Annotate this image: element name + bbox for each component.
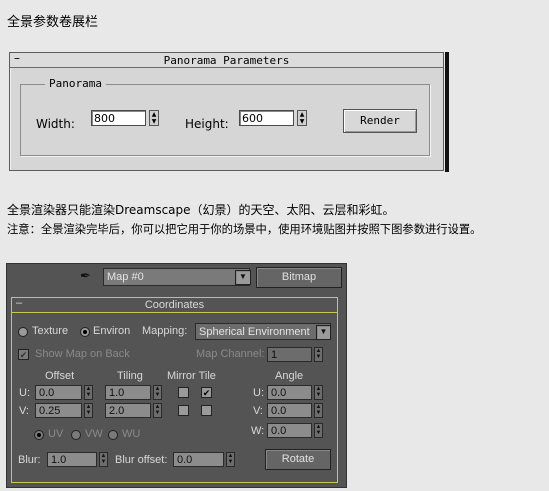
group-label: Panorama (45, 77, 106, 90)
width-input[interactable]: 800 (91, 110, 146, 126)
mapping-label: Mapping: (142, 325, 188, 337)
map-coordinates-panel: ✒ Map #0 ▼ Bitmap – Coordinates Texture … (6, 263, 347, 488)
tiling-v-spinner[interactable]: ▲ ▼ (153, 403, 162, 418)
tile-v-checkbox[interactable] (201, 405, 212, 416)
angle-w-input[interactable]: 0.0 (267, 423, 312, 438)
scrollbar[interactable] (445, 52, 449, 172)
angle-w-spinner[interactable]: ▲ ▼ (314, 423, 323, 438)
blur-offset-label: Blur offset: (115, 454, 168, 466)
tiling-header: Tiling (117, 370, 143, 382)
angle-u-label: U: (253, 387, 264, 399)
environ-label: Environ (93, 325, 131, 337)
offset-header: Offset (45, 370, 75, 382)
offset-v-spinner[interactable]: ▲ ▼ (84, 403, 93, 418)
offset-v-input[interactable]: 0.25 (35, 403, 82, 418)
angle-v-spinner[interactable]: ▲ ▼ (314, 403, 323, 418)
map-name-dropdown-icon[interactable]: ▼ (235, 270, 251, 285)
environ-radio[interactable] (80, 327, 90, 337)
wu-label: WU (122, 428, 141, 440)
angle-header: Angle (275, 370, 304, 382)
tile-u-checkbox[interactable]: ✔ (201, 387, 212, 398)
description-line-1: 全景渲染器只能渲染Dreamscape（幻景）的天空、太阳、云层和彩虹。 (7, 203, 395, 217)
mapping-dropdown[interactable]: Spherical Environment (195, 323, 331, 340)
angle-w-label: W: (251, 425, 265, 437)
blur-offset-spinner[interactable]: ▲ ▼ (226, 452, 235, 467)
height-label: Height: (185, 117, 229, 131)
angle-u-input[interactable]: 0.0 (267, 385, 312, 400)
width-label: Width: (36, 117, 75, 131)
rollout-title: Panorama Parameters (163, 54, 290, 67)
rollout-header[interactable]: – Panorama Parameters (10, 51, 443, 68)
blur-label: Blur: (18, 454, 41, 466)
description-line-2: 注意：全景渲染完毕后，你可以把它用于你的场景中，使用环境贴图并按照下图参数进行设… (7, 223, 482, 236)
offset-u-input[interactable]: 0.0 (35, 385, 82, 400)
blur-offset-input[interactable]: 0.0 (173, 452, 224, 467)
eyedropper-icon[interactable]: ✒ (80, 268, 91, 284)
texture-radio[interactable] (18, 327, 28, 337)
mirror-u-checkbox[interactable] (178, 387, 189, 398)
tiling-u-spinner[interactable]: ▲ ▼ (153, 385, 162, 400)
blur-input[interactable]: 1.0 (47, 452, 97, 467)
map-channel-input[interactable]: 1 (267, 347, 312, 362)
tiling-u-input[interactable]: 1.0 (105, 385, 151, 400)
map-channel-label: Map Channel: (196, 348, 265, 360)
uv-label: UV (48, 428, 64, 440)
texture-label: Texture (32, 325, 69, 337)
vw-label: VW (85, 428, 103, 440)
map-name-field[interactable]: Map #0 (103, 268, 250, 286)
mirror-tile-header: Mirror Tile (167, 370, 216, 382)
mirror-v-checkbox[interactable] (178, 405, 189, 416)
wu-radio[interactable] (108, 430, 118, 440)
offset-u-spinner[interactable]: ▲ ▼ (84, 385, 93, 400)
angle-u-spinner[interactable]: ▲ ▼ (314, 385, 323, 400)
heading-caption: 全景参数卷展栏 (7, 15, 99, 30)
angle-v-label: V: (253, 405, 263, 417)
width-spinner[interactable]: ▲ ▼ (149, 110, 159, 126)
show-map-on-back-checkbox[interactable]: ✔ (18, 349, 29, 360)
offset-u-label: U: (19, 387, 30, 399)
mapping-dropdown-icon[interactable]: ▼ (316, 325, 331, 340)
uv-radio[interactable] (34, 430, 44, 440)
coordinates-title: Coordinates (144, 299, 205, 311)
angle-v-input[interactable]: 0.0 (267, 403, 312, 418)
panorama-parameters-rollout: – Panorama Parameters Panorama Width: 80… (9, 51, 444, 171)
map-channel-spinner[interactable]: ▲ ▼ (314, 347, 323, 362)
blur-spinner[interactable]: ▲ ▼ (99, 452, 108, 467)
height-input[interactable]: 600 (239, 110, 294, 126)
vw-radio[interactable] (71, 430, 81, 440)
height-spinner[interactable]: ▲ ▼ (297, 110, 307, 126)
bitmap-button[interactable]: Bitmap (256, 267, 342, 288)
tiling-v-input[interactable]: 2.0 (105, 403, 151, 418)
render-button[interactable]: Render (343, 109, 417, 133)
rotate-button[interactable]: Rotate (265, 449, 331, 470)
show-map-on-back-label: Show Map on Back (35, 348, 130, 360)
offset-v-label: V: (19, 405, 29, 417)
